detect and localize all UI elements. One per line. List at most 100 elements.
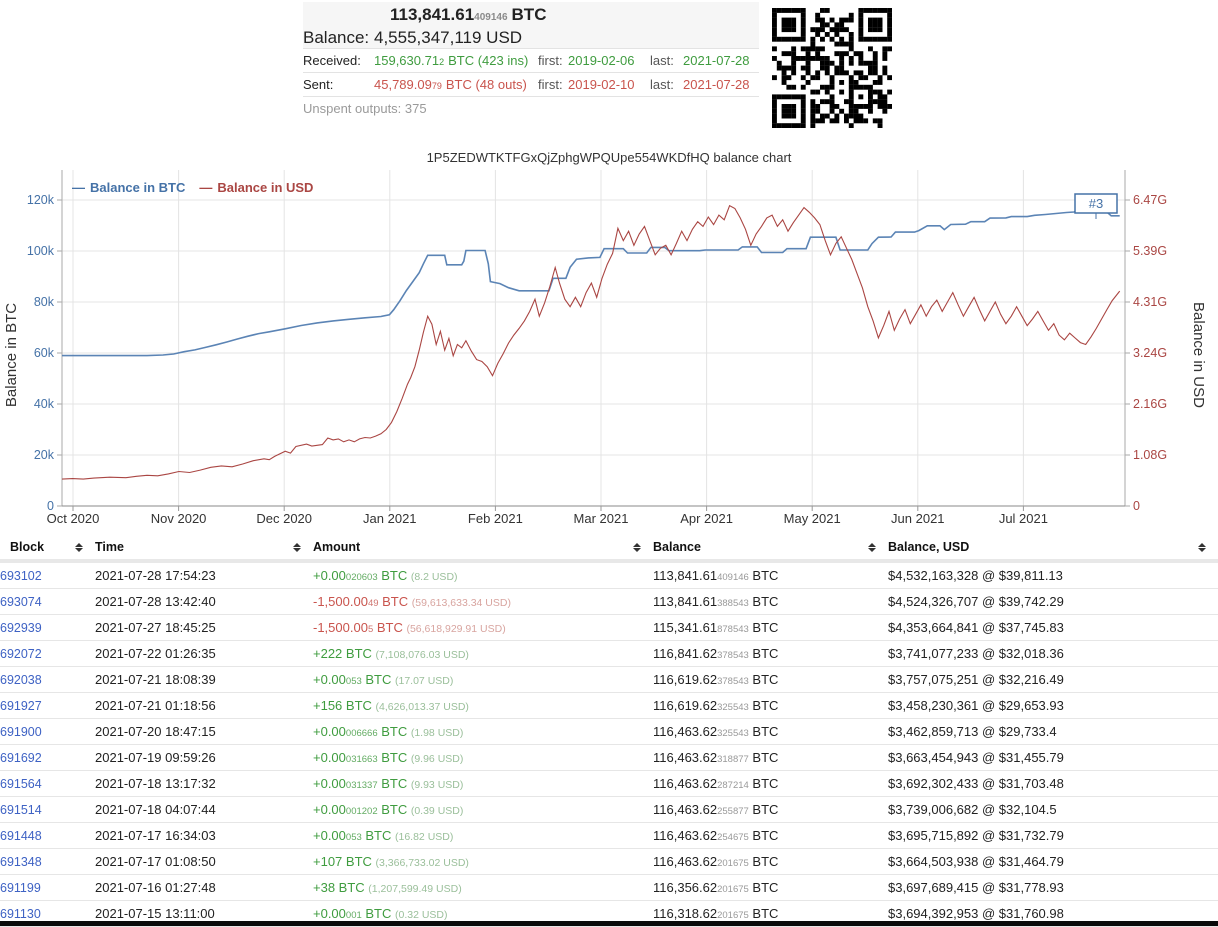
table-cell: 2021-07-17 16:34:03: [95, 822, 313, 849]
tx-amount: +0.00: [313, 672, 346, 687]
tx-balance-unit: BTC: [748, 724, 779, 739]
received-first-date: 2019-02-06: [568, 53, 635, 68]
tx-balance-sub: 378543: [717, 676, 749, 687]
sort-icon[interactable]: [293, 542, 301, 552]
legend-dash-icon: —: [199, 180, 213, 195]
table-cell: $3,695,715,892 @ $31,732.79: [888, 822, 1218, 849]
block-link[interactable]: 691448: [0, 829, 42, 843]
transactions-table: Block Time Amount Balance Balance, USD 69310…: [0, 535, 1218, 927]
tx-amount-unit: BTC: [377, 568, 411, 583]
tx-amount-sub: 020603: [345, 572, 378, 583]
table-cell: 2021-07-18 04:07:44: [95, 796, 313, 823]
block-link[interactable]: 691927: [0, 699, 42, 713]
block-link[interactable]: 691130: [0, 907, 41, 921]
sort-icon[interactable]: [868, 542, 876, 552]
tx-balance-usd: $3,741,077,233 @ $32,018.36: [888, 646, 1064, 661]
table-row: 691448 2021-07-17 16:34:03 +0.00053 BTC (1…: [0, 822, 1218, 849]
sort-icon[interactable]: [75, 542, 83, 552]
table-row: 692072 2021-07-22 01:26:35 +222 BTC (7,108…: [0, 640, 1218, 667]
block-link[interactable]: 691514: [0, 803, 42, 817]
tx-time: 2021-07-17 16:34:03: [95, 828, 216, 843]
legend-item-usd[interactable]: — Balance in USD: [199, 180, 313, 195]
table-cell: 2021-07-16 01:27:48: [95, 874, 313, 901]
x-axis-tick: Jan 2021: [363, 511, 417, 526]
table-cell: $3,663,454,943 @ $31,455.79: [888, 744, 1218, 771]
block-link[interactable]: 693074: [0, 595, 42, 609]
block-link[interactable]: 691692: [0, 751, 42, 765]
table-cell: 2021-07-21 01:18:56: [95, 692, 313, 719]
tx-amount-usd: (0.39 USD): [410, 805, 464, 817]
tx-time: 2021-07-27 18:45:25: [95, 620, 216, 635]
block-link[interactable]: 692939: [0, 621, 42, 635]
column-header-time[interactable]: Time: [95, 535, 313, 563]
x-axis-tick: May 2021: [784, 511, 841, 526]
legend-item-btc[interactable]: — Balance in BTC: [72, 180, 185, 195]
table-row: 693074 2021-07-28 13:42:40 -1,500.0049 BTC…: [0, 588, 1218, 615]
summary-received: Received: 159,630.712 BTC (423 ins) first…: [303, 49, 759, 73]
address-summary: 113,841.61409146 BTC Balance: 4,555,347,1…: [303, 2, 759, 121]
sent-amount: 45,789.0979 BTC (48 outs): [374, 77, 527, 92]
table-cell: 116,463.62318877 BTC: [653, 744, 888, 771]
tx-balance: 116,318.62: [653, 906, 718, 921]
column-header-balance-usd[interactable]: Balance, USD: [888, 535, 1218, 563]
left-axis-title: Balance in BTC: [3, 303, 20, 407]
x-axis-tick: Nov 2020: [151, 511, 207, 526]
table-row: 691514 2021-07-18 04:07:44 +0.00001202 BTC…: [0, 796, 1218, 823]
tx-amount: +0.00: [313, 776, 346, 791]
table-cell: 116,463.62254675 BTC: [653, 822, 888, 849]
tx-amount-usd: (56,618,929.91 USD): [406, 623, 506, 635]
table-cell: 2021-07-27 18:45:25: [95, 614, 313, 641]
right-axis-tick: 6.47G: [1133, 193, 1167, 207]
x-axis-tick: Mar 2021: [574, 511, 629, 526]
btc-series-line: [62, 207, 1120, 357]
tx-balance-unit: BTC: [748, 620, 779, 635]
tx-time: 2021-07-16 01:27:48: [95, 880, 216, 895]
received-last-date: 2021-07-28: [683, 53, 750, 68]
tx-balance-unit: BTC: [748, 750, 779, 765]
block-link[interactable]: 693102: [0, 569, 42, 583]
tx-balance: 113,841.61: [653, 568, 718, 583]
block-link[interactable]: 692072: [0, 647, 42, 661]
right-axis-tick: 4.31G: [1133, 295, 1167, 309]
table-row: 691927 2021-07-21 01:18:56 +156 BTC (4,626…: [0, 692, 1218, 719]
tx-balance-unit: BTC: [748, 880, 779, 895]
tx-amount-usd: (3,366,733.02 USD): [375, 857, 469, 869]
column-header-amount[interactable]: Amount: [313, 535, 653, 563]
table-row: 691900 2021-07-20 18:47:15 +0.00006666 BTC…: [0, 718, 1218, 745]
tx-amount-unit: BTC: [377, 802, 411, 817]
sort-icon[interactable]: [1198, 542, 1206, 552]
tx-amount-sub: 49: [367, 598, 379, 609]
tx-amount-usd: (17.07 USD): [395, 675, 454, 687]
table-row: 692939 2021-07-27 18:45:25 -1,500.005 BTC …: [0, 614, 1218, 641]
tx-balance: 116,463.62: [653, 724, 718, 739]
tx-amount-unit: BTC: [342, 854, 376, 869]
legend-dash-icon: —: [72, 180, 85, 195]
tx-balance-unit: BTC: [748, 776, 779, 791]
tx-balance: 113,841.61: [653, 594, 718, 609]
block-link[interactable]: 691900: [0, 725, 42, 739]
table-cell: 2021-07-18 13:17:32: [95, 770, 313, 797]
tx-balance: 115,341.61: [653, 620, 718, 635]
tx-balance: 116,463.62: [653, 776, 718, 791]
tx-amount-usd: (59,613,633.34 USD): [411, 597, 511, 609]
table-row: 693102 2021-07-28 17:54:23 +0.00020603 BTC…: [0, 561, 1218, 589]
column-header-balance[interactable]: Balance: [653, 535, 888, 563]
tx-balance-usd: $3,664,503,938 @ $31,464.79: [888, 854, 1064, 869]
block-link[interactable]: 691199: [0, 881, 41, 895]
block-link[interactable]: 691348: [0, 855, 42, 869]
received-amount: 159,630.712 BTC (423 ins): [374, 53, 529, 68]
summary-balance-btc: 113,841.61409146 BTC: [303, 2, 759, 28]
sort-icon[interactable]: [633, 542, 641, 552]
tx-balance-usd: $3,739,006,682 @ $32,104.5: [888, 802, 1057, 817]
tx-amount: +107: [313, 854, 343, 869]
column-header-block[interactable]: Block: [0, 535, 95, 563]
tx-amount: +38: [313, 880, 336, 895]
block-link[interactable]: 692038: [0, 673, 42, 687]
table-cell: $3,697,689,415 @ $31,778.93: [888, 874, 1218, 901]
tx-time: 2021-07-28 17:54:23: [95, 568, 216, 583]
tx-amount-usd: (4,626,013.37 USD): [375, 701, 469, 713]
table-cell: +0.00020603 BTC (8.2 USD): [313, 561, 653, 589]
tx-amount: -1,500.00: [313, 594, 368, 609]
block-link[interactable]: 691564: [0, 777, 42, 791]
table-cell: $4,532,163,328 @ $39,811.13: [888, 561, 1218, 589]
